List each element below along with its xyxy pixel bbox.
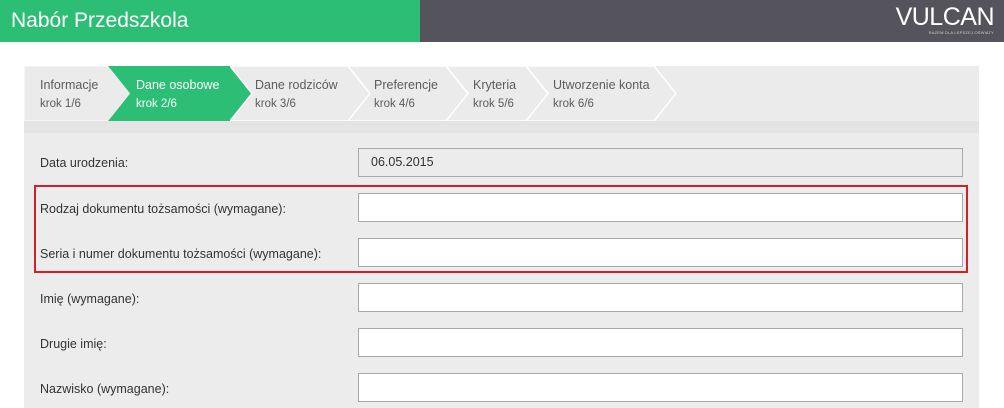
vulcan-logo[interactable]: VULCAN Razem dla lepszej oświaty xyxy=(894,3,995,38)
header-title-bar: Nabór Przedszkola xyxy=(0,0,420,42)
logo-wordmark: VULCAN xyxy=(895,3,995,31)
step-subtitle: krok 3/6 xyxy=(255,98,296,110)
step-utworzenie-konta[interactable]: Utworzenie konta krok 6/6 xyxy=(526,66,676,121)
first-name-label: Imię (wymagane): xyxy=(40,292,140,306)
step-subtitle: krok 2/6 xyxy=(136,98,177,110)
step-subtitle: krok 5/6 xyxy=(473,98,514,110)
step-title: Dane rodziców xyxy=(255,78,338,92)
document-number-input[interactable] xyxy=(358,238,963,267)
first-name-input[interactable] xyxy=(358,283,963,312)
wizard-steps: Informacje krok 1/6 Dane osobowe krok 2/… xyxy=(24,66,979,121)
step-title: Kryteria xyxy=(473,78,517,92)
step-subtitle: krok 4/6 xyxy=(374,98,415,110)
document-type-input[interactable] xyxy=(358,193,963,222)
document-number-label: Seria i numer dokumentu tożsamości (wyma… xyxy=(40,247,322,261)
document-type-label: Rodzaj dokumentu tożsamości (wymagane): xyxy=(40,202,286,216)
step-title: Dane osobowe xyxy=(136,78,220,92)
app-header: Nabór Przedszkola VULCAN Razem dla lepsz… xyxy=(0,0,1004,42)
last-name-label: Nazwisko (wymagane): xyxy=(40,382,170,396)
second-name-label: Drugie imię: xyxy=(40,337,107,351)
step-shape xyxy=(526,66,676,121)
step-subtitle: krok 1/6 xyxy=(40,98,81,110)
last-name-input[interactable] xyxy=(358,373,963,402)
step-title: Preferencje xyxy=(374,78,438,92)
second-name-input[interactable] xyxy=(358,328,963,357)
birth-date-label: Data urodzenia: xyxy=(40,156,129,170)
birth-date-field: 06.05.2015 xyxy=(358,148,963,177)
app-title: Nabór Przedszkola xyxy=(11,9,189,32)
step-subtitle: krok 6/6 xyxy=(553,98,594,110)
step-title: Informacje xyxy=(40,78,99,92)
header-brand-bar: VULCAN Razem dla lepszej oświaty xyxy=(420,0,1004,42)
step-title: Utworzenie konta xyxy=(553,78,650,92)
